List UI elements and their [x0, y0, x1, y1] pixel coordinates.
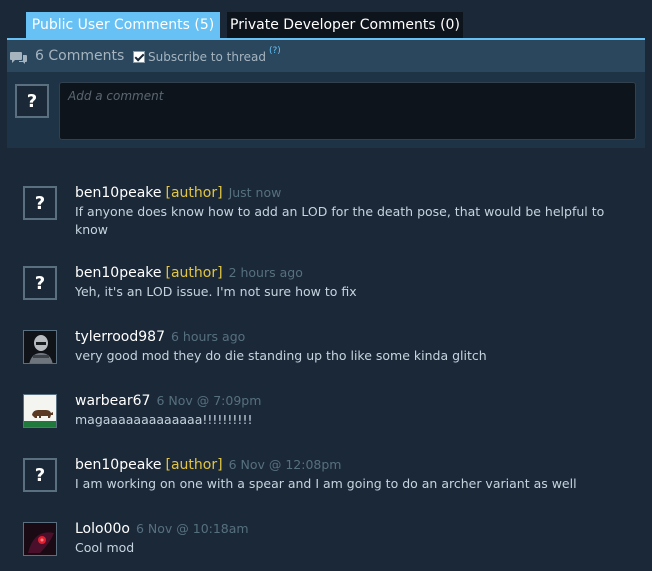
commenter-avatar[interactable]: [23, 522, 57, 556]
comment-timestamp: 2 hours ago: [228, 265, 303, 280]
comment-author[interactable]: ben10peake: [75, 185, 162, 201]
comment-compose: ? Add a comment: [7, 72, 645, 148]
subscribe-help-link[interactable]: (?): [269, 46, 281, 56]
comment-text: Cool mod: [75, 540, 135, 555]
comment-timestamp: Just now: [228, 185, 282, 200]
subscribe-toggle[interactable]: Subscribe to thread (?): [133, 46, 281, 64]
comments-header: 6 Comments Subscribe to thread (?): [7, 38, 645, 72]
comment-text: I am working on one with a spear and I a…: [75, 476, 577, 491]
question-mark-icon: ?: [34, 272, 46, 294]
comment-timestamp: 6 Nov @ 10:18am: [135, 521, 249, 536]
question-mark-icon: ?: [34, 464, 46, 486]
commenter-avatar[interactable]: ?: [23, 458, 57, 492]
comment-author[interactable]: ben10peake: [75, 265, 162, 281]
add-comment-input[interactable]: Add a comment: [59, 82, 636, 140]
comment-text: very good mod they do die standing up th…: [75, 348, 487, 363]
commenter-avatar[interactable]: [23, 394, 57, 428]
commenter-avatar[interactable]: ?: [23, 186, 57, 220]
comment-text: If anyone does know how to add an LOD fo…: [75, 204, 605, 237]
tab-private-comments[interactable]: Private Developer Comments (0): [227, 12, 463, 38]
question-mark-icon: ?: [26, 90, 38, 112]
comments-icon: [10, 50, 28, 70]
comment-author[interactable]: tylerrood987: [75, 329, 165, 345]
author-badge: [author]: [165, 185, 223, 201]
soldier-avatar-icon: [24, 331, 56, 363]
subscribe-label: Subscribe to thread: [148, 50, 266, 64]
comment-author[interactable]: Lolo00o: [75, 521, 130, 537]
author-badge: [author]: [165, 457, 223, 473]
comment-text: Yeh, it's an LOD issue. I'm not sure how…: [75, 284, 357, 299]
comment-timestamp: 6 hours ago: [170, 329, 246, 344]
red-eye-avatar-icon: [24, 523, 56, 555]
commenter-avatar[interactable]: [23, 330, 57, 364]
comment-timestamp: 6 Nov @ 7:09pm: [156, 393, 262, 408]
comment-text: magaaaaaaaaaaaaa!!!!!!!!!!: [75, 412, 253, 427]
comment-count: 6 Comments: [35, 48, 125, 64]
subscribe-checkbox[interactable]: [133, 51, 145, 63]
author-badge: [author]: [165, 265, 223, 281]
comment-author[interactable]: warbear67: [75, 393, 150, 409]
comment-tabs: Public User Comments (5) Private Develop…: [26, 12, 463, 38]
tab-public-comments[interactable]: Public User Comments (5): [26, 12, 220, 38]
comment-author[interactable]: ben10peake: [75, 457, 162, 473]
comment-timestamp: 6 Nov @ 12:08pm: [228, 457, 342, 472]
bear-flag-avatar-icon: [24, 395, 56, 427]
current-user-avatar: ?: [15, 84, 49, 118]
commenter-avatar[interactable]: ?: [23, 266, 57, 300]
question-mark-icon: ?: [34, 192, 46, 214]
